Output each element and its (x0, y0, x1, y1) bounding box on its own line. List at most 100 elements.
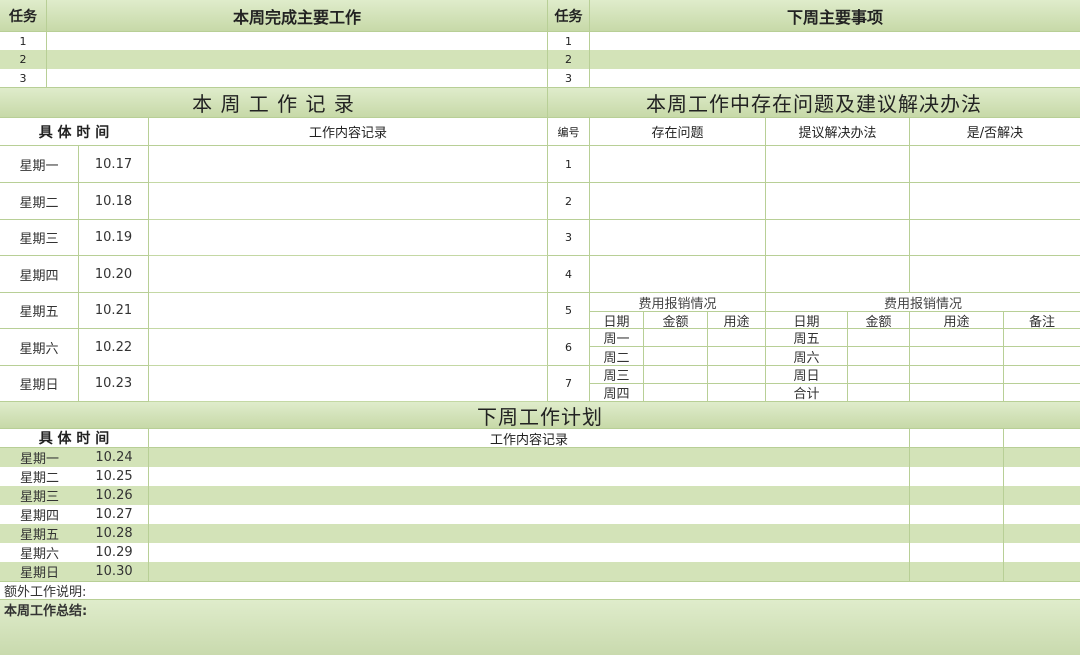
issue-cell[interactable] (590, 220, 766, 256)
task-header-left: 任务 (0, 0, 47, 32)
issues-resolved-header: 是/否解决 (910, 118, 1080, 146)
expense-day: 周五 (766, 329, 848, 347)
date-label: 10.26 (95, 488, 133, 503)
plan-cell[interactable] (910, 429, 1004, 448)
next-week-items-header: 下周主要事项 (590, 0, 1080, 32)
issue-number: 2 (548, 183, 590, 220)
day-label: 星期一 (19, 452, 59, 467)
record-content-cell[interactable] (149, 256, 548, 293)
issue-number: 3 (548, 220, 590, 256)
expense-header-amount: 金额 (644, 311, 708, 330)
record-content-cell[interactable] (149, 146, 548, 183)
expense-note-cell[interactable] (1004, 384, 1080, 402)
plan-divider (0, 448, 1004, 581)
expense-total-label: 合计 (766, 384, 848, 402)
expense-amount-cell[interactable] (644, 366, 708, 384)
solution-cell[interactable] (766, 220, 910, 256)
plan-cell[interactable] (1004, 429, 1080, 448)
expense-day: 周四 (590, 384, 644, 402)
date-label: 10.20 (79, 256, 149, 293)
issue-cell[interactable] (590, 146, 766, 183)
solution-cell[interactable] (766, 146, 910, 183)
task-cell[interactable] (47, 32, 548, 50)
task-cell[interactable] (47, 50, 548, 69)
expense-amount-cell[interactable] (644, 384, 708, 402)
expense-amount-cell[interactable] (644, 329, 708, 347)
issue-number: 7 (548, 366, 590, 402)
expense-purpose-cell[interactable] (910, 366, 1004, 384)
issue-number: 6 (548, 329, 590, 366)
task-cell[interactable] (47, 69, 548, 88)
expense-day: 周六 (766, 347, 848, 366)
expense-header-purpose: 用途 (910, 311, 1004, 330)
issue-cell[interactable] (590, 256, 766, 293)
date-label: 10.18 (79, 183, 149, 220)
expense-header-date: 日期 (590, 311, 644, 330)
expense-title-left: 费用报销情况 (590, 293, 766, 312)
plan-content-header: 工作内容记录 (149, 429, 910, 448)
task-cell[interactable] (590, 69, 1080, 88)
day-label: 星期五 (19, 528, 59, 543)
expense-note-cell[interactable] (1004, 366, 1080, 384)
record-content-cell[interactable] (149, 183, 548, 220)
record-content-cell[interactable] (149, 366, 548, 402)
resolved-cell[interactable] (910, 256, 1080, 293)
plan-time-header: 具 体 时 间 (0, 429, 149, 448)
task-cell[interactable] (590, 32, 1080, 50)
day-label: 星期二 (0, 183, 79, 220)
date-label: 10.27 (95, 507, 133, 522)
day-label: 星期一 (0, 146, 79, 183)
expense-purpose-cell[interactable] (910, 384, 1004, 402)
expense-header-note: 备注 (1004, 311, 1080, 330)
day-label: 星期三 (0, 220, 79, 256)
issues-issue-header: 存在问题 (590, 118, 766, 146)
expense-note-cell[interactable] (1004, 329, 1080, 347)
plan-title: 下周工作计划 (0, 402, 1080, 429)
date-label: 10.24 (95, 450, 133, 465)
task-number: 1 (548, 32, 590, 50)
summary-label: 本周工作总结: (4, 604, 88, 619)
expense-day: 周三 (590, 366, 644, 384)
expense-header-purpose: 用途 (708, 311, 766, 330)
expense-amount-cell[interactable] (848, 384, 910, 402)
task-number: 3 (548, 69, 590, 88)
issue-cell[interactable] (590, 183, 766, 220)
summary-area[interactable] (0, 600, 1080, 655)
record-content-cell[interactable] (149, 293, 548, 329)
resolved-cell[interactable] (910, 146, 1080, 183)
expense-amount-cell[interactable] (848, 366, 910, 384)
date-label: 10.17 (79, 146, 149, 183)
solution-cell[interactable] (766, 183, 910, 220)
records-time-header: 具 体 时 间 (0, 118, 149, 146)
expense-amount-cell[interactable] (848, 347, 910, 366)
expense-note-cell[interactable] (1004, 347, 1080, 366)
day-label: 星期五 (0, 293, 79, 329)
solution-cell[interactable] (766, 256, 910, 293)
expense-purpose-cell[interactable] (708, 384, 766, 402)
expense-purpose-cell[interactable] (708, 366, 766, 384)
task-header-right: 任务 (548, 0, 590, 32)
day-label: 星期日 (0, 366, 79, 402)
issues-title: 本周工作中存在问题及建议解决办法 (548, 88, 1080, 118)
issues-no-header: 编号 (548, 118, 590, 146)
expense-purpose-cell[interactable] (708, 347, 766, 366)
day-label: 星期三 (19, 490, 59, 505)
records-title: 本 周 工 作 记 录 (0, 88, 548, 118)
expense-amount-cell[interactable] (848, 329, 910, 347)
issue-number: 5 (548, 293, 590, 329)
day-label: 星期六 (19, 547, 59, 562)
date-label: 10.21 (79, 293, 149, 329)
weekly-report-sheet: 任务 本周完成主要工作 任务 下周主要事项 1 1 2 2 3 3 本 周 工 … (0, 0, 1080, 655)
date-label: 10.19 (79, 220, 149, 256)
expense-title-right: 费用报销情况 (766, 293, 1080, 312)
expense-purpose-cell[interactable] (708, 329, 766, 347)
expense-purpose-cell[interactable] (910, 329, 1004, 347)
resolved-cell[interactable] (910, 220, 1080, 256)
task-cell[interactable] (590, 50, 1080, 69)
date-label: 10.25 (95, 469, 133, 484)
record-content-cell[interactable] (149, 220, 548, 256)
resolved-cell[interactable] (910, 183, 1080, 220)
record-content-cell[interactable] (149, 329, 548, 366)
expense-amount-cell[interactable] (644, 347, 708, 366)
expense-purpose-cell[interactable] (910, 347, 1004, 366)
